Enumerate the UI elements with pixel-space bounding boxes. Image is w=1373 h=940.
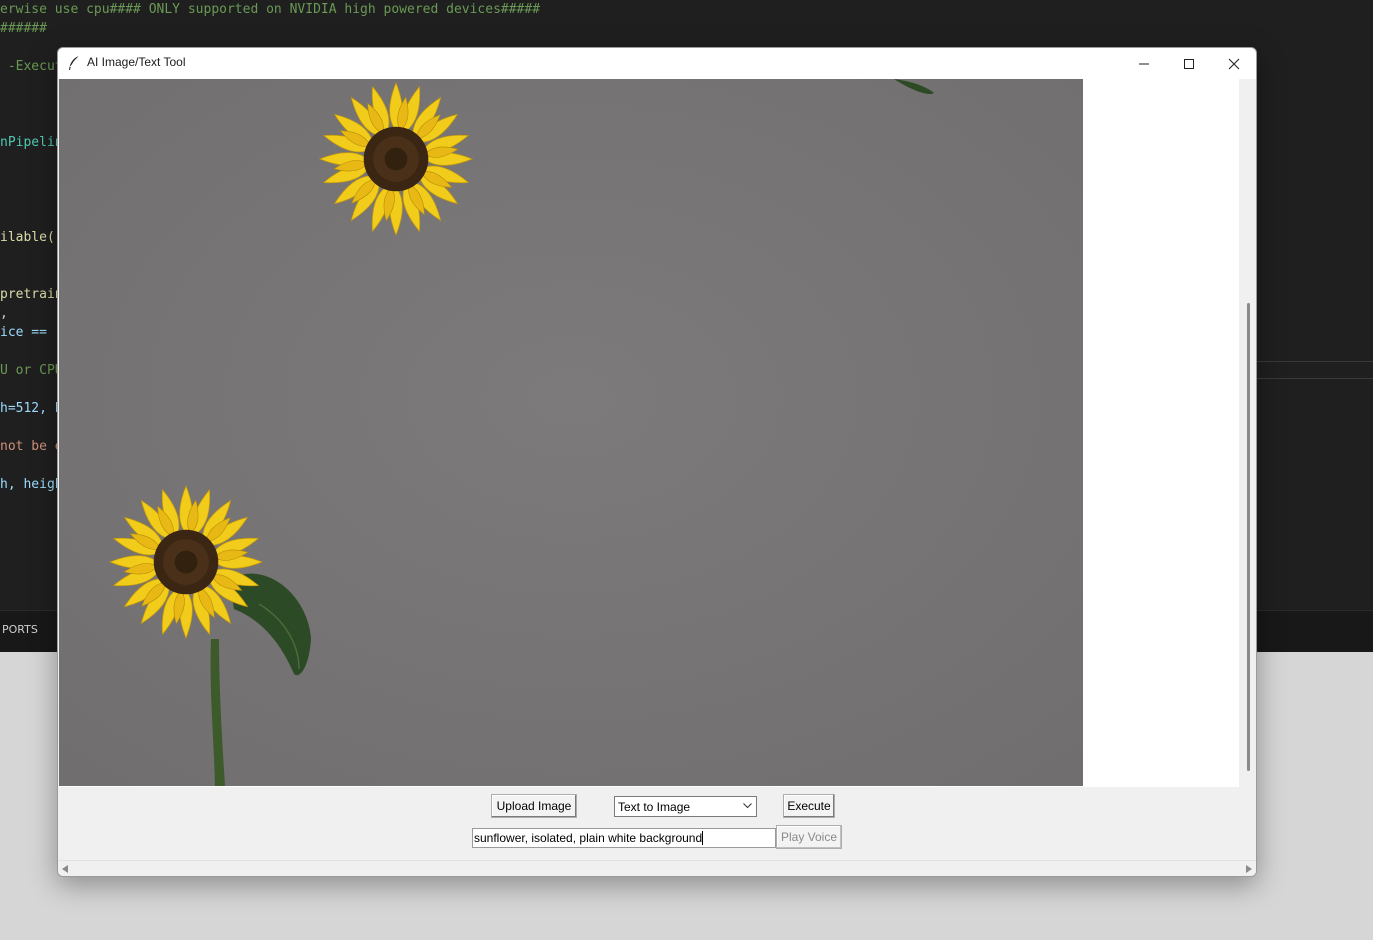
close-icon [1228,58,1240,70]
prompt-input-value: sunflower, isolated, plain white backgro… [474,831,703,845]
code-line: h, heigh [0,477,63,492]
text-caret [702,831,704,845]
mode-selected-value: Text to Image [618,800,691,814]
image-canvas [59,79,1239,787]
app-window: AI Image/Text Tool Upload Image Text to … [57,47,1257,877]
generated-image [59,79,1083,786]
maximize-icon [1184,59,1194,69]
mode-dropdown[interactable]: Text to Image [614,796,757,817]
prompt-input[interactable]: sunflower, isolated, plain white backgro… [472,828,776,848]
minimize-button[interactable] [1121,48,1167,79]
code-line: ice == ' [0,325,63,340]
editor-divider [1257,378,1373,379]
code-line: -Execut [0,59,63,74]
code-line: nPipelin [0,135,63,150]
upload-image-button[interactable]: Upload Image [491,794,577,818]
horizontal-scrollbar[interactable] [58,860,1256,876]
code-line: pretrain [0,287,63,302]
code-line: erwise use cpu#### ONLY supported on NVI… [0,2,541,17]
code-line: not be e [0,439,63,454]
code-line: U or CPU [0,363,63,378]
vertical-scrollbar[interactable] [1240,79,1256,787]
scroll-right-arrow-icon[interactable] [1245,865,1252,873]
minimize-icon [1139,63,1149,65]
play-voice-button[interactable]: Play Voice [776,825,842,849]
window-title: AI Image/Text Tool [87,55,186,69]
feather-icon [69,55,80,70]
scroll-left-arrow-icon[interactable] [62,865,69,873]
execute-button[interactable]: Execute [783,794,835,818]
maximize-button[interactable] [1166,48,1212,79]
title-bar[interactable]: AI Image/Text Tool [58,48,1256,79]
editor-divider [1257,361,1373,362]
code-line: , [0,306,8,321]
vertical-scrollbar-thumb[interactable] [1247,303,1250,771]
panel-tab-ports[interactable]: PORTS [2,623,38,636]
code-line: ilable() [0,230,63,245]
chevron-down-icon [743,803,752,809]
close-button[interactable] [1211,48,1256,79]
code-line: ###### [0,21,47,36]
code-line: h=512, h [0,401,63,416]
